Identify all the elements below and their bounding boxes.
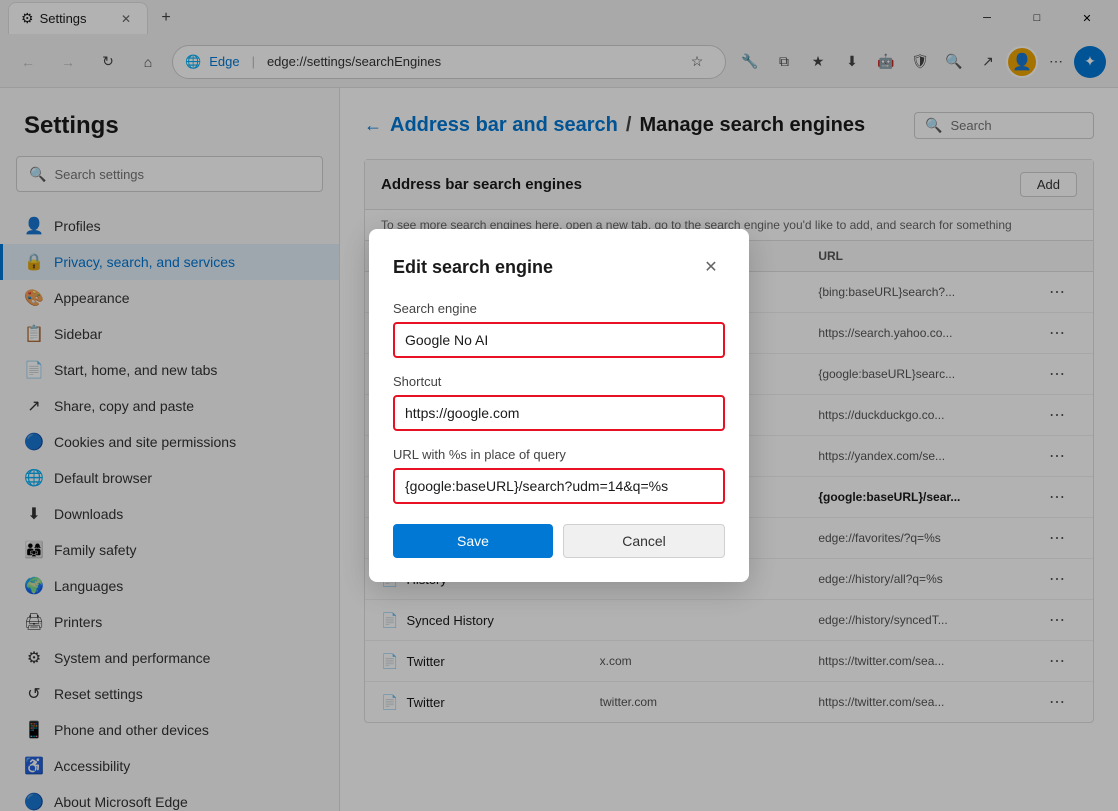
url-input[interactable] [393, 468, 725, 504]
dialog-actions: Save Cancel [393, 524, 725, 558]
shortcut-input[interactable] [393, 395, 725, 431]
shortcut-field-group: Shortcut [393, 374, 725, 431]
shortcut-label: Shortcut [393, 374, 725, 389]
edit-search-engine-dialog: Edit search engine ✕ Search engine Short… [369, 229, 749, 582]
url-field-group: URL with %s in place of query [393, 447, 725, 504]
search-engine-label: Search engine [393, 301, 725, 316]
dialog-title: Edit search engine [393, 257, 553, 278]
save-button[interactable]: Save [393, 524, 553, 558]
url-label: URL with %s in place of query [393, 447, 725, 462]
dialog-close-button[interactable]: ✕ [697, 253, 725, 281]
search-engine-input[interactable] [393, 322, 725, 358]
dialog-overlay: Edit search engine ✕ Search engine Short… [0, 0, 1118, 811]
cancel-button[interactable]: Cancel [563, 524, 725, 558]
dialog-header: Edit search engine ✕ [393, 253, 725, 281]
search-engine-field-group: Search engine [393, 301, 725, 358]
